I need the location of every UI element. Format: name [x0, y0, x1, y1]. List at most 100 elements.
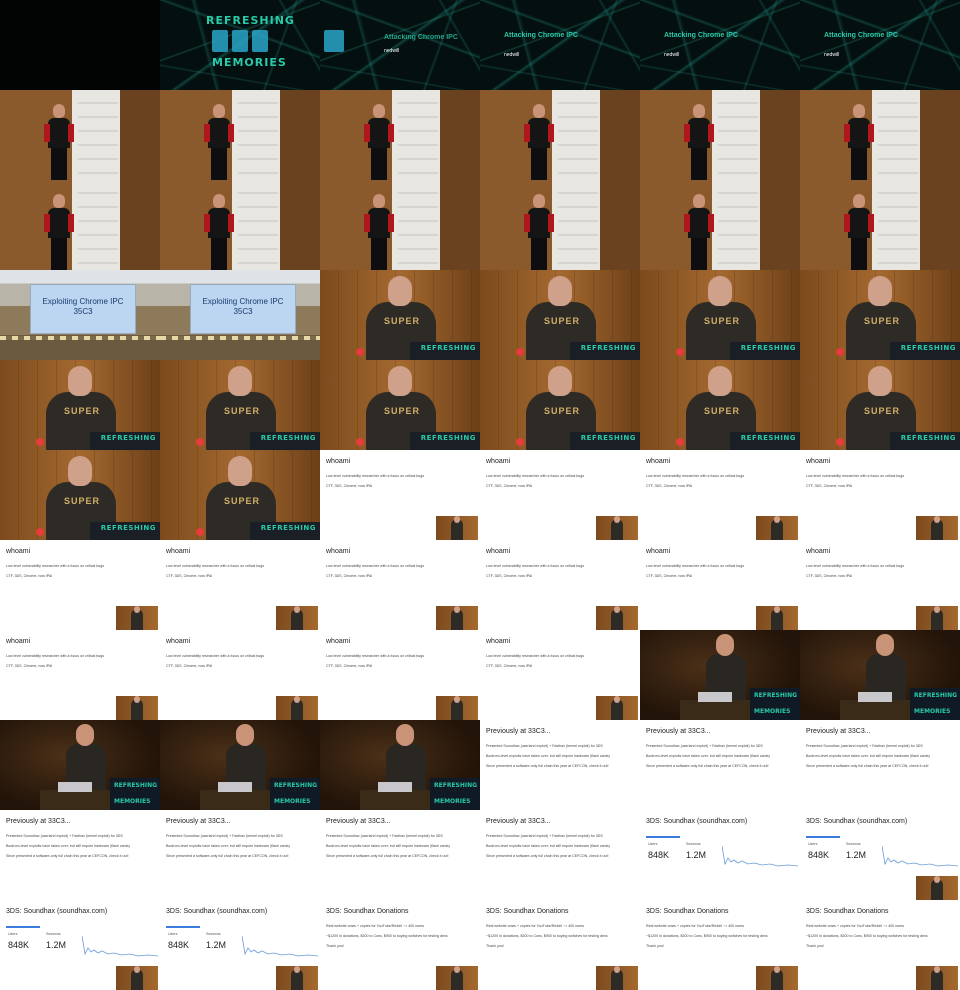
sparkline-series [82, 935, 158, 957]
users-tab-indicator [166, 926, 200, 928]
frame-slide-previously[interactable]: Previously at 33C3... Presented Soundhax … [480, 810, 640, 900]
frame-slide-whoami[interactable]: whoami Low level vulnerability researcher… [640, 540, 800, 630]
slide-line: Bootrom-level exploits have taken over, … [486, 754, 610, 758]
frame-speaker-closeup[interactable]: SUPER REFRESHING [160, 360, 320, 450]
frame-slide-previously[interactable]: Previously at 33C3... Presented Soundhax … [480, 720, 640, 810]
frame-slide-whoami[interactable]: whoami Low level vulnerability researcher… [800, 540, 960, 630]
frame-speaker-closeup[interactable]: SUPER REFRESHING [160, 450, 320, 540]
frame-speaker-closeup[interactable]: SUPER REFRESHING [480, 270, 640, 360]
frame-speaker-closeup[interactable]: SUPER REFRESHING [800, 360, 960, 450]
frame-stage-speaker[interactable] [160, 180, 320, 270]
frame-speaker-closeup[interactable]: SUPER REFRESHING [800, 270, 960, 360]
frame-podium-wide[interactable]: REFRESHING MEMORIES [320, 720, 480, 810]
frame-stage-speaker[interactable] [800, 90, 960, 180]
frame-stage-speaker[interactable] [160, 90, 320, 180]
laptop [218, 782, 252, 792]
logo-mark-icon [212, 30, 268, 52]
frame-slide-whoami[interactable]: whoami Low level vulnerability researcher… [800, 450, 960, 540]
frame-slide-previously[interactable]: Previously at 33C3... Presented Soundhax … [0, 810, 160, 900]
speaker-handle: nedwill [824, 52, 840, 58]
frame-slide-previously[interactable]: Previously at 33C3... Presented Soundhax … [320, 810, 480, 900]
podium-logo-text: REFRESHING [260, 434, 316, 442]
frame-speaker-closeup[interactable]: SUPER REFRESHING [320, 360, 480, 450]
frame-slide-previously[interactable]: Previously at 33C3... Presented Soundhax … [640, 720, 800, 810]
frame-slide-whoami[interactable]: whoami Low level vulnerability researcher… [480, 630, 640, 720]
frame-stage-speaker[interactable] [640, 90, 800, 180]
talk-title: Attacking Chrome IPC [824, 32, 898, 39]
frame-slide-stats[interactable]: 3DS: Soundhax (soundhax.com) Users 848K Ses… [160, 900, 320, 990]
speaker-head [213, 104, 225, 118]
speaker-thumbnail [756, 606, 798, 630]
frame-stage-speaker[interactable] [0, 90, 160, 180]
slide-line: CTF, 3DS, Chrome, now iPAI [166, 664, 213, 668]
frame-stage-speaker[interactable] [0, 180, 160, 270]
frame-title-logo[interactable]: REFRESHING MEMORIES [160, 0, 320, 90]
screen-subtitle: 35C3 [233, 307, 253, 316]
frame-slide-stats[interactable]: 3DS: Soundhax (soundhax.com) Users 848K Ses… [0, 900, 160, 990]
frame-slide-whoami[interactable]: whoami Low level vulnerability researcher… [320, 450, 480, 540]
laptop-sticker-icon [836, 438, 844, 446]
frame-stage-speaker[interactable] [320, 90, 480, 180]
slide-line: Presented Soundhax (userland exploit) + … [806, 744, 923, 748]
sessions-label: Sessions [846, 842, 861, 846]
frame-slide-whoami[interactable]: whoami Low level vulnerability researcher… [480, 450, 640, 540]
frame-stage-speaker[interactable] [480, 180, 640, 270]
frame-slide-stats[interactable]: 3DS: Soundhax (soundhax.com) Users 848K Ses… [800, 810, 960, 900]
frame-stage-speaker[interactable] [320, 180, 480, 270]
frame-slide-previously[interactable]: Previously at 33C3... Presented Soundhax … [160, 810, 320, 900]
frame-slide-donations[interactable]: 3DS: Soundhax Donations Real website cost… [480, 900, 640, 990]
frame-slide-donations[interactable]: 3DS: Soundhax Donations Real website cost… [800, 900, 960, 990]
frame-stage-speaker[interactable] [800, 180, 960, 270]
frame-slide-whoami[interactable]: whoami Low level vulnerability researcher… [0, 630, 160, 720]
frame-podium-wide[interactable]: REFRESHING MEMORIES [800, 630, 960, 720]
users-label: Users [808, 842, 818, 846]
slide-line: Low level vulnerability researcher with … [6, 564, 105, 568]
podium-logo-text: REFRESHING [100, 524, 156, 532]
frame-podium-wide[interactable]: REFRESHING MEMORIES [0, 720, 160, 810]
slide-title: Previously at 33C3... [6, 818, 71, 825]
frame-podium-wide[interactable]: REFRESHING MEMORIES [160, 720, 320, 810]
frame-speaker-closeup[interactable]: SUPER REFRESHING [0, 450, 160, 540]
frame-speaker-closeup[interactable]: SUPER REFRESHING [0, 360, 160, 450]
podium-logo-bottom: MEMORIES [434, 798, 471, 805]
frame-slide-donations[interactable]: 3DS: Soundhax Donations Real website cost… [640, 900, 800, 990]
frame-black[interactable] [0, 0, 160, 90]
network-lines [320, 0, 480, 90]
frame-slide-whoami[interactable]: whoami Low level vulnerability researcher… [0, 540, 160, 630]
podium: REFRESHING [250, 522, 320, 540]
frame-slide-donations[interactable]: 3DS: Soundhax Donations Real website cost… [320, 900, 480, 990]
frame-podium-wide[interactable]: REFRESHING MEMORIES [640, 630, 800, 720]
frame-talk-title[interactable]: Attacking Chrome IPC nedwill [640, 0, 800, 90]
frame-auditorium[interactable]: Exploiting Chrome IPC 35C3 [160, 270, 320, 360]
logo-mark-icon [324, 30, 344, 52]
frame-talk-title[interactable]: Attacking Chrome IPC nedwill [480, 0, 640, 90]
frame-speaker-closeup[interactable]: SUPER REFRESHING [320, 270, 480, 360]
frame-slide-whoami[interactable]: whoami Low level vulnerability researcher… [160, 630, 320, 720]
sessions-label: Sessions [206, 932, 221, 936]
podium: REFRESHING MEMORIES [750, 688, 800, 720]
frame-slide-whoami[interactable]: whoami Low level vulnerability researcher… [480, 540, 640, 630]
frame-slide-whoami[interactable]: whoami Low level vulnerability researcher… [640, 450, 800, 540]
speaker-head [868, 276, 892, 306]
desk [840, 700, 912, 720]
slide-title: whoami [646, 548, 671, 555]
frame-slide-whoami[interactable]: whoami Low level vulnerability researcher… [320, 630, 480, 720]
logo-block [232, 30, 248, 52]
frame-auditorium[interactable]: Exploiting Chrome IPC 35C3 [0, 270, 160, 360]
slide-line: Low level vulnerability researcher with … [486, 564, 585, 568]
podium: REFRESHING [570, 432, 640, 450]
frame-title-transition[interactable]: nedwill Attacking Chrome IPC [320, 0, 480, 90]
speaker-thumbnail [916, 876, 958, 900]
frame-speaker-closeup[interactable]: SUPER REFRESHING [640, 360, 800, 450]
frame-slide-previously[interactable]: Previously at 33C3... Presented Soundhax … [800, 720, 960, 810]
slide-line: Since presented a software-only full cha… [486, 764, 609, 768]
frame-slide-whoami[interactable]: whoami Low level vulnerability researcher… [320, 540, 480, 630]
frame-speaker-closeup[interactable]: SUPER REFRESHING [640, 270, 800, 360]
frame-stage-speaker[interactable] [480, 90, 640, 180]
frame-speaker-closeup[interactable]: SUPER REFRESHING [480, 360, 640, 450]
frame-slide-stats[interactable]: 3DS: Soundhax (soundhax.com) Users 848K Ses… [640, 810, 800, 900]
frame-slide-whoami[interactable]: whoami Low level vulnerability researcher… [160, 540, 320, 630]
frame-talk-title[interactable]: Attacking Chrome IPC nedwill [800, 0, 960, 90]
frame-stage-speaker[interactable] [640, 180, 800, 270]
speaker-thumbnail [276, 606, 318, 630]
